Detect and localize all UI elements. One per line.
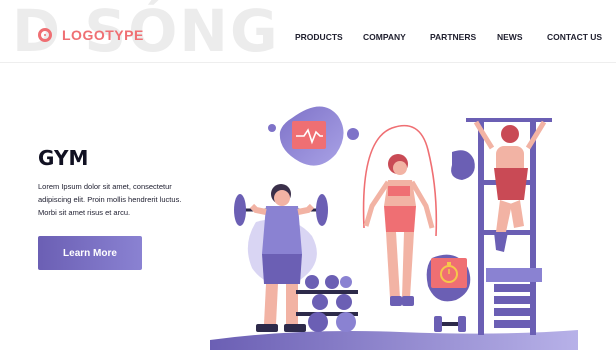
nav-link-news[interactable]: NEWS xyxy=(497,32,523,42)
decor-blob xyxy=(451,150,475,180)
nav-link-company[interactable]: COMPANY xyxy=(363,32,406,42)
hero-description-line: adipiscing elit. Proin mollis hendrerit … xyxy=(38,195,182,204)
dumbbell-rack xyxy=(296,275,358,332)
hero-description-line: Lorem Ipsum dolor sit amet, consectetur xyxy=(38,182,172,191)
nav-link-partners[interactable]: PARTNERS xyxy=(430,32,476,42)
nav-link-contact-us[interactable]: CONTACT US xyxy=(547,32,602,42)
floor xyxy=(210,330,578,350)
heart-rate-icon xyxy=(292,121,326,149)
logo-text: LOGOTYPE xyxy=(62,27,144,43)
gym-illustration xyxy=(210,106,578,350)
decor-dot xyxy=(268,124,276,132)
site-header: LOGOTYPE PRODUCTS COMPANY PARTNERS NEWS … xyxy=(0,0,616,63)
hero-description-line: Morbi sit amet risus et arcu. xyxy=(38,208,131,217)
decor-dot xyxy=(347,128,359,140)
jump-rope-figure xyxy=(362,124,438,306)
logo[interactable]: LOGOTYPE xyxy=(38,27,144,43)
nav-link-products[interactable]: PRODUCTS xyxy=(295,32,343,42)
logo-icon xyxy=(38,28,52,42)
stopwatch-icon xyxy=(431,258,467,288)
hero-description: Lorem Ipsum dolor sit amet, consectetur … xyxy=(38,180,208,219)
learn-more-button[interactable]: Learn More xyxy=(38,236,142,270)
floor-dumbbell xyxy=(434,316,466,332)
hero-title: GYM xyxy=(38,146,89,170)
